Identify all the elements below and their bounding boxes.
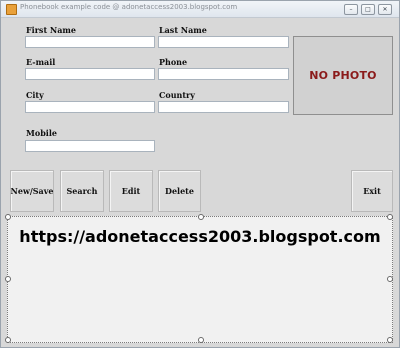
search-button[interactable]: Search (60, 170, 104, 212)
close-button[interactable]: ✕ (378, 4, 392, 15)
delete-button[interactable]: Delete (158, 170, 201, 212)
email-field[interactable] (25, 68, 155, 80)
last-name-label: Last Name (159, 25, 207, 35)
resize-handle[interactable] (5, 337, 11, 343)
main-window: Phonebook example code @ adonetaccess200… (0, 0, 400, 348)
city-field[interactable] (25, 101, 155, 113)
blog-url-text: https://adonetaccess2003.blogspot.com (19, 227, 381, 246)
output-panel[interactable]: https://adonetaccess2003.blogspot.com (5, 214, 393, 343)
resize-handle[interactable] (198, 214, 204, 220)
photo-box[interactable]: NO PHOTO (293, 36, 393, 115)
last-name-field[interactable] (158, 36, 289, 48)
mobile-label: Mobile (26, 128, 57, 138)
resize-handle[interactable] (198, 337, 204, 343)
title-bar[interactable]: Phonebook example code @ adonetaccess200… (1, 1, 399, 18)
resize-handle[interactable] (5, 276, 11, 282)
phone-field[interactable] (158, 68, 289, 80)
country-label: Country (159, 90, 195, 100)
country-field[interactable] (158, 101, 289, 113)
resize-handle[interactable] (387, 276, 393, 282)
maximize-button[interactable]: □ (361, 4, 375, 15)
city-label: City (26, 90, 44, 100)
email-label: E-mail (26, 57, 56, 67)
resize-handle[interactable] (5, 214, 11, 220)
resize-handle[interactable] (387, 214, 393, 220)
mobile-field[interactable] (25, 140, 155, 152)
resize-handle[interactable] (387, 337, 393, 343)
no-photo-text: NO PHOTO (309, 69, 377, 82)
exit-button[interactable]: Exit (351, 170, 393, 212)
new-save-button[interactable]: New/Save (10, 170, 54, 212)
edit-button[interactable]: Edit (109, 170, 153, 212)
minimize-button[interactable]: – (344, 4, 358, 15)
window-title: Phonebook example code @ adonetaccess200… (20, 3, 238, 11)
first-name-label: First Name (26, 25, 76, 35)
first-name-field[interactable] (25, 36, 155, 48)
phone-label: Phone (159, 57, 188, 67)
app-icon (6, 4, 17, 15)
